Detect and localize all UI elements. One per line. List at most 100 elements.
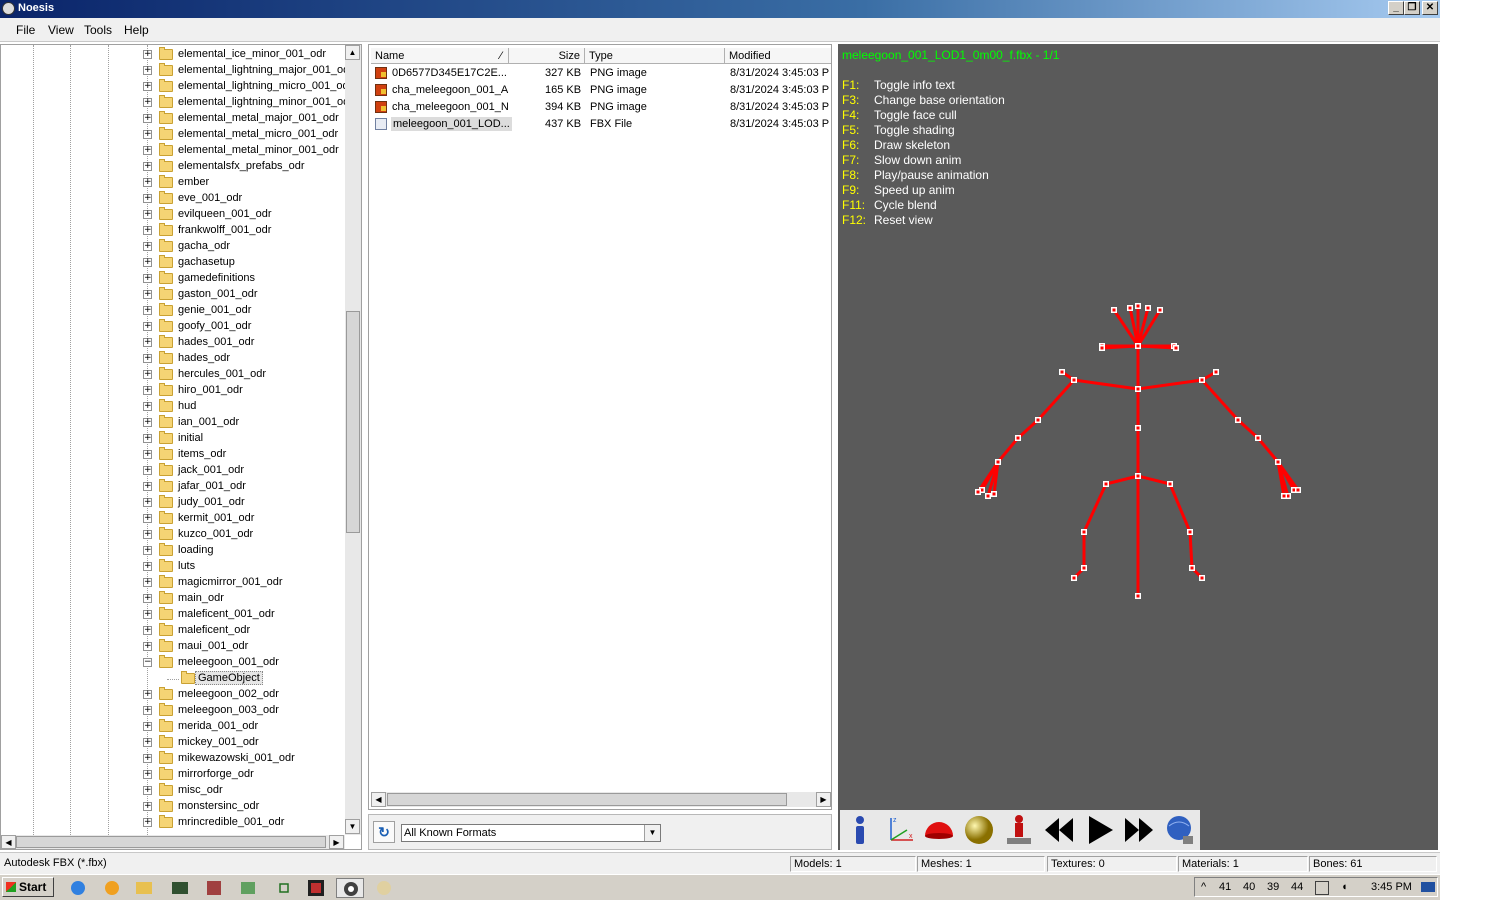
tree-item[interactable]: + frankwolff_001_odr <box>1 223 346 239</box>
expand-icon[interactable]: + <box>143 402 152 411</box>
scroll-left-icon[interactable]: ◀ <box>371 792 386 807</box>
expand-icon[interactable]: + <box>143 210 152 219</box>
file-row[interactable]: 0D6577D345E17C2E... 327 KB PNG image 8/3… <box>371 65 831 82</box>
expand-icon[interactable]: + <box>143 594 152 603</box>
expand-icon[interactable]: + <box>143 50 152 59</box>
media-icon[interactable] <box>98 878 126 898</box>
tree-item[interactable]: + hades_001_odr <box>1 335 346 351</box>
model-viewport[interactable]: meleegoon_001_LOD1_0m00_f.fbx - 1/1 F1: T… <box>838 44 1438 850</box>
tree-item[interactable]: + loading <box>1 543 346 559</box>
expand-icon[interactable]: + <box>143 242 152 251</box>
expand-icon[interactable]: + <box>143 530 152 539</box>
tree-item[interactable]: + magicmirror_001_odr <box>1 575 346 591</box>
expand-icon[interactable]: + <box>143 162 152 171</box>
chevron-down-icon[interactable]: ▼ <box>644 825 660 841</box>
adobe-icon[interactable] <box>302 878 330 898</box>
expand-icon[interactable]: + <box>143 194 152 203</box>
expand-icon[interactable]: + <box>143 354 152 363</box>
file-row-selected[interactable]: meleegoon_001_LOD... 437 KB FBX File 8/3… <box>371 116 831 133</box>
tree-item[interactable]: + initial <box>1 431 346 447</box>
red-dome-icon[interactable] <box>921 812 957 848</box>
expand-icon[interactable]: + <box>143 546 152 555</box>
column-header-name[interactable]: Name ⁄ <box>371 48 509 64</box>
network-icon[interactable] <box>234 878 262 898</box>
tree-item[interactable]: + hud <box>1 399 346 415</box>
tree-item[interactable]: + ember <box>1 175 346 191</box>
expand-icon[interactable]: + <box>143 786 152 795</box>
expand-icon[interactable]: + <box>143 642 152 651</box>
tree-item[interactable]: + maui_001_odr <box>1 639 346 655</box>
tree-item[interactable]: + goofy_001_odr <box>1 319 346 335</box>
scroll-left-icon[interactable]: ◀ <box>1 835 16 849</box>
tree-item[interactable]: + elemental_metal_minor_001_odr <box>1 143 346 159</box>
expand-icon[interactable]: + <box>143 434 152 443</box>
tree-item[interactable]: − meleegoon_001_odr <box>1 655 346 671</box>
expand-icon[interactable]: + <box>143 626 152 635</box>
expand-icon[interactable]: + <box>143 130 152 139</box>
column-header-size[interactable]: Size <box>509 48 585 64</box>
tree-item[interactable]: + hades_odr <box>1 351 346 367</box>
menu-help[interactable]: Help <box>124 23 149 37</box>
expand-icon[interactable]: + <box>143 738 152 747</box>
browser-icon[interactable] <box>64 878 92 898</box>
expand-icon[interactable]: + <box>143 418 152 427</box>
desktop-icon[interactable] <box>1421 882 1435 892</box>
tree-item[interactable]: + elemental_metal_major_001_odr <box>1 111 346 127</box>
fast-forward-icon[interactable] <box>1121 812 1157 848</box>
expand-icon[interactable]: + <box>143 386 152 395</box>
tree-item[interactable]: + hercules_001_odr <box>1 367 346 383</box>
explorer-icon[interactable] <box>130 878 158 898</box>
expand-icon[interactable]: + <box>143 338 152 347</box>
column-header-modified[interactable]: Modified <box>725 48 831 64</box>
tree-item[interactable]: + ian_001_odr <box>1 415 346 431</box>
tree-item[interactable]: + jafar_001_odr <box>1 479 346 495</box>
globe-icon[interactable] <box>1161 812 1197 848</box>
expand-icon[interactable]: + <box>143 466 152 475</box>
tree-item[interactable]: + gacha_odr <box>1 239 346 255</box>
file-list[interactable]: Name ⁄ Size Type Modified 0D6577D345E17C2… <box>368 44 832 810</box>
tree-item[interactable]: + maleficent_001_odr <box>1 607 346 623</box>
tree-item[interactable]: + meleegoon_002_odr <box>1 687 346 703</box>
collapse-icon[interactable]: − <box>143 658 152 667</box>
list-hscroll-thumb[interactable] <box>387 793 787 806</box>
expand-icon[interactable]: + <box>143 722 152 731</box>
expand-icon[interactable]: + <box>143 450 152 459</box>
expand-icon[interactable]: + <box>143 802 152 811</box>
column-header-type[interactable]: Type <box>585 48 725 64</box>
scroll-right-icon[interactable]: ▶ <box>329 835 344 849</box>
tree-child-item[interactable]: GameObject <box>1 671 346 687</box>
file-row[interactable]: cha_meleegoon_001_N 394 KB PNG image 8/3… <box>371 99 831 116</box>
tray-expand-icon[interactable]: ^ <box>1201 881 1206 893</box>
tree-item[interactable]: + mrincredible_001_odr <box>1 815 346 831</box>
expand-icon[interactable]: + <box>143 146 152 155</box>
menu-tools[interactable]: Tools <box>84 23 112 37</box>
tree-vertical-scrollbar[interactable]: ▲ ▼ <box>345 45 361 835</box>
expand-icon[interactable]: + <box>143 274 152 283</box>
tree-item[interactable]: + kuzco_001_odr <box>1 527 346 543</box>
tree-item[interactable]: + jack_001_odr <box>1 463 346 479</box>
expand-icon[interactable]: + <box>143 290 152 299</box>
scroll-right-icon[interactable]: ▶ <box>816 792 831 807</box>
menu-file[interactable]: File <box>16 23 35 37</box>
expand-icon[interactable]: + <box>143 114 152 123</box>
app-icon-taskbar[interactable] <box>200 878 228 898</box>
square-icon[interactable] <box>270 878 298 898</box>
tree-item[interactable]: + elemental_lightning_minor_001_odr <box>1 95 353 111</box>
tree-item[interactable]: + mikewazowski_001_odr <box>1 751 346 767</box>
tree-item[interactable]: + genie_001_odr <box>1 303 346 319</box>
start-button[interactable]: Start <box>2 877 54 897</box>
tree-item[interactable]: + mickey_001_odr <box>1 735 346 751</box>
expand-icon[interactable]: + <box>143 498 152 507</box>
tree-item[interactable]: + evilqueen_001_odr <box>1 207 346 223</box>
tree-item[interactable]: + gachasetup <box>1 255 346 271</box>
expand-icon[interactable]: + <box>143 98 152 107</box>
expand-icon[interactable]: + <box>143 770 152 779</box>
expand-icon[interactable]: + <box>143 706 152 715</box>
tree-item[interactable]: + elementalsfx_prefabs_odr <box>1 159 346 175</box>
app-icon[interactable] <box>2 2 15 15</box>
expand-icon[interactable]: + <box>143 178 152 187</box>
terminal-icon[interactable] <box>166 878 194 898</box>
rewind-icon[interactable] <box>1041 812 1077 848</box>
minimize-button[interactable]: _ <box>1388 1 1404 15</box>
paint-icon[interactable] <box>370 878 398 898</box>
